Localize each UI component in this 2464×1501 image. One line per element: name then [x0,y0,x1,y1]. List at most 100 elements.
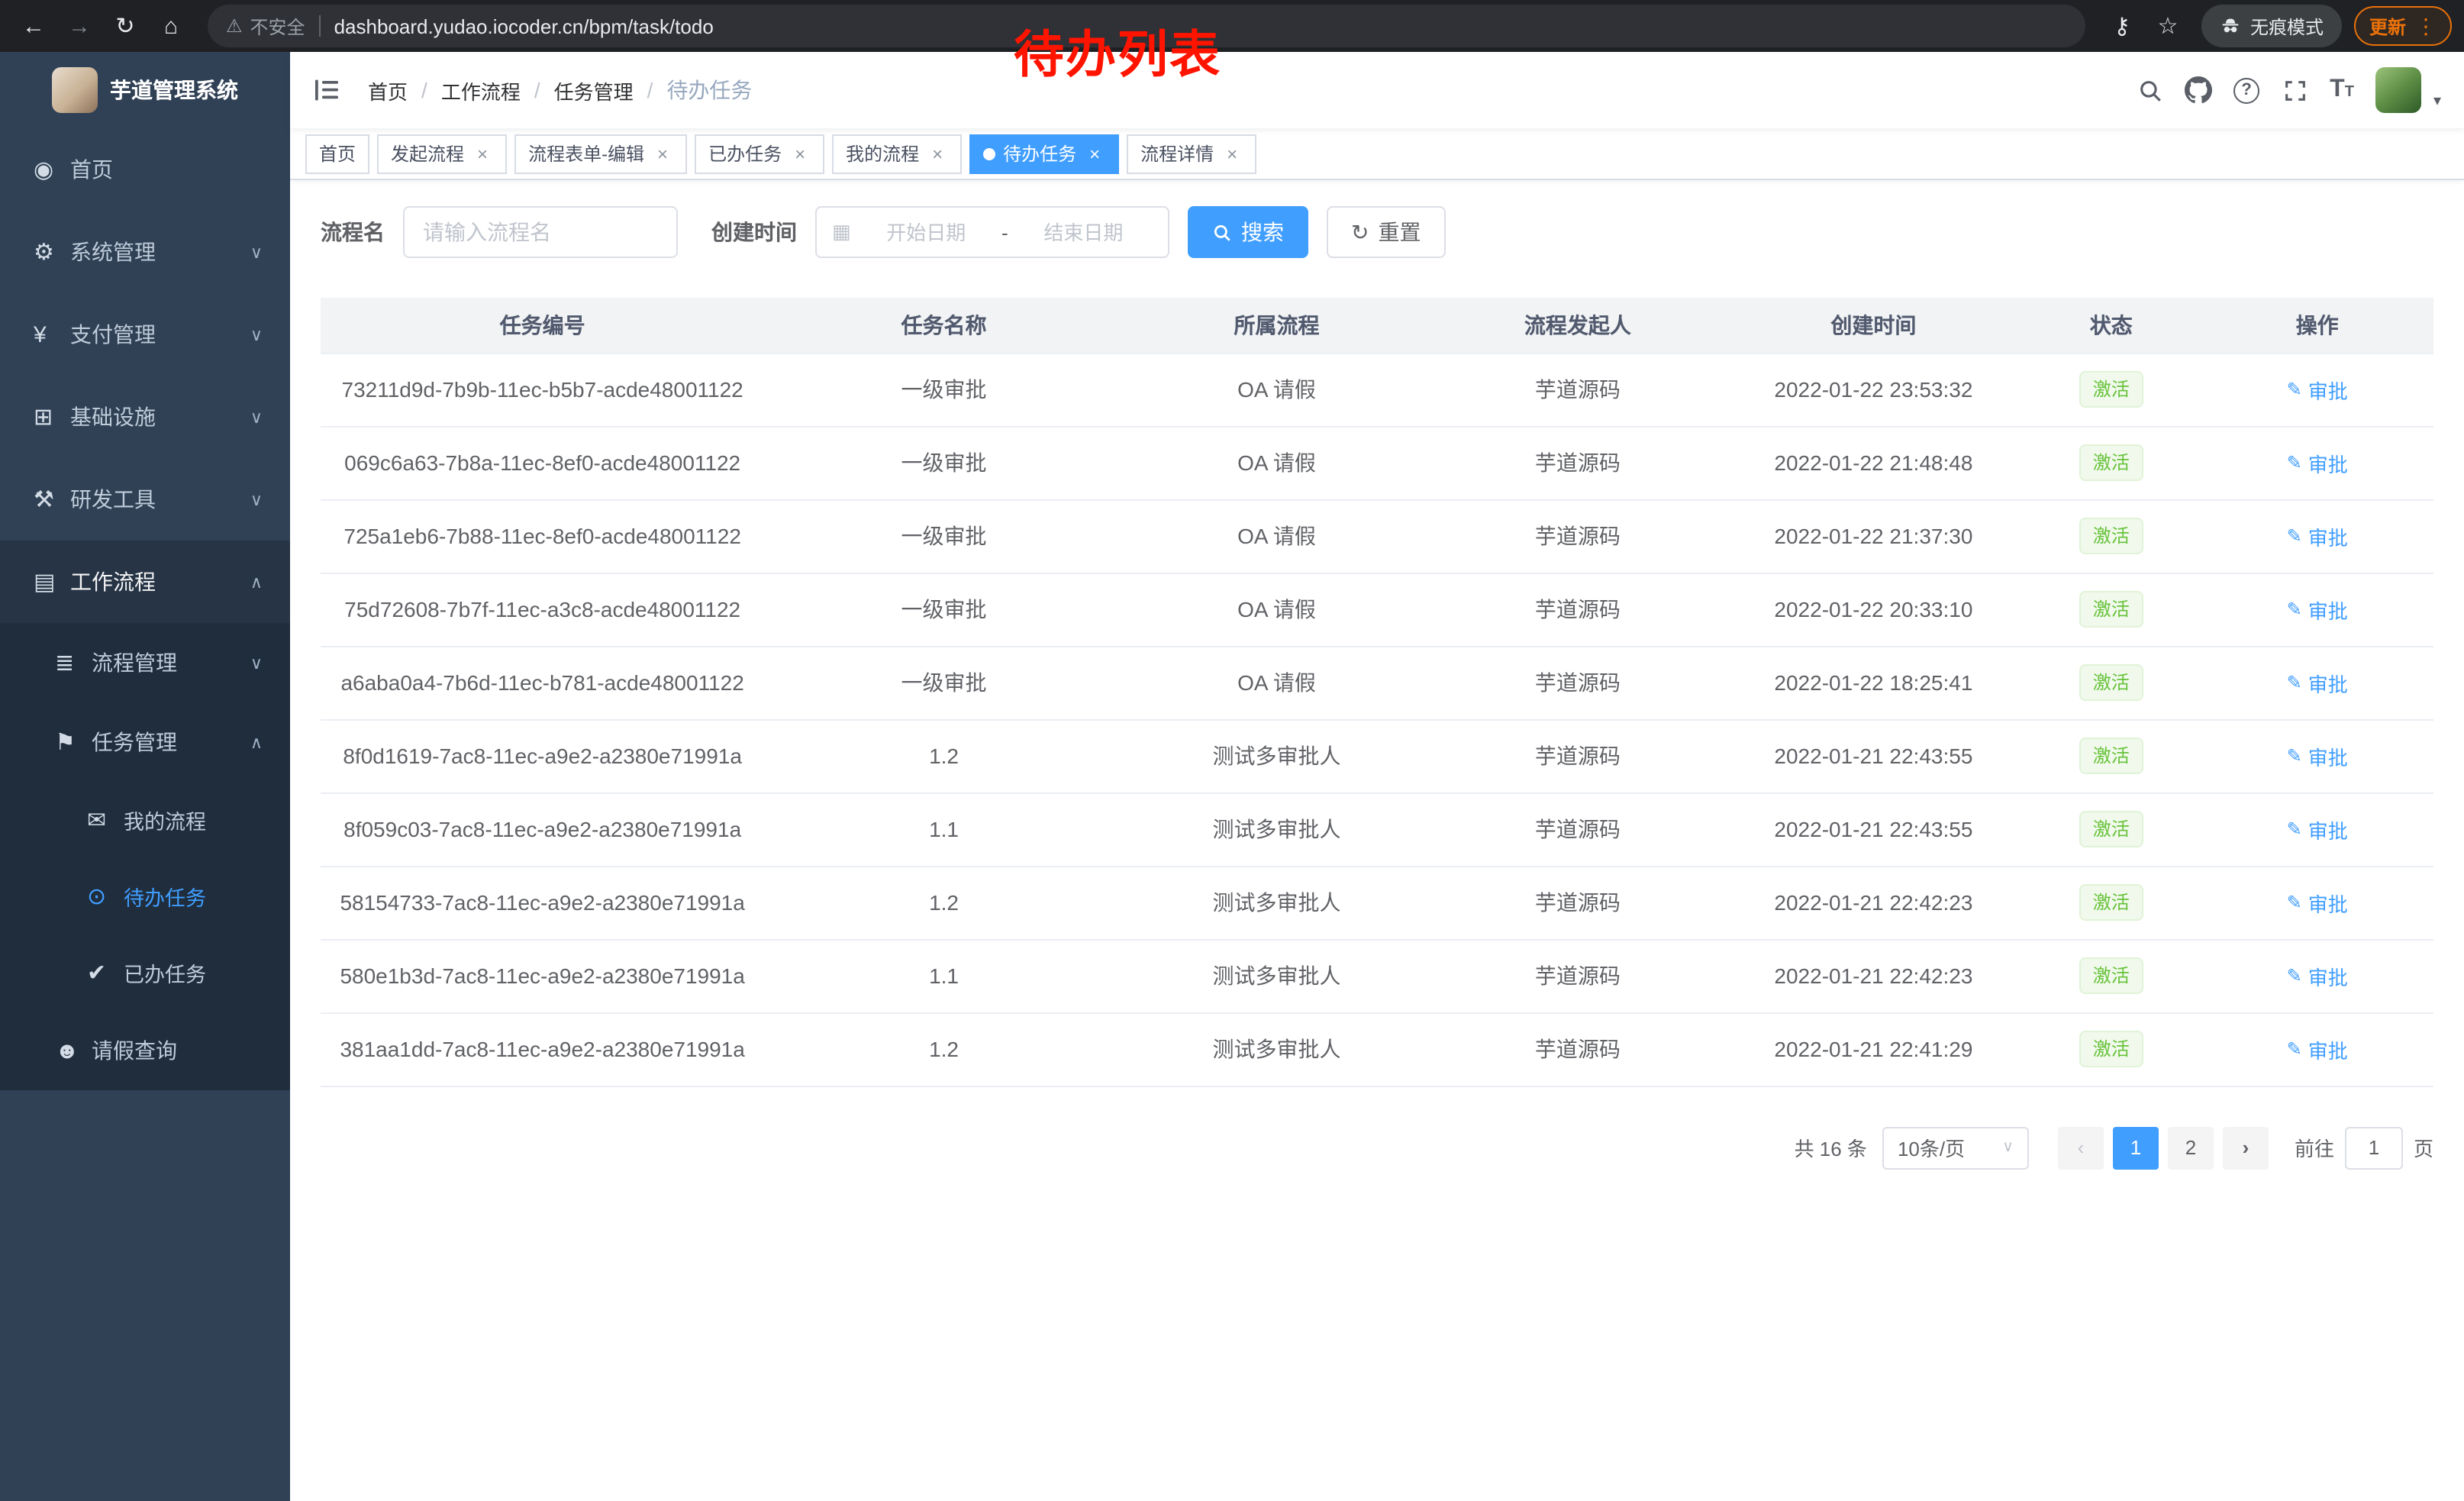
search-button[interactable]: 搜索 [1188,206,1308,258]
create-time-cell: 2022-01-22 23:53:32 [1726,353,2022,426]
close-icon[interactable]: × [1084,143,1105,164]
action-cell: ✎审批 [2201,573,2433,646]
browser-reload-button[interactable]: ↻ [104,5,147,47]
sidebar-item-home[interactable]: ◉ 首页 [0,128,290,211]
close-icon[interactable]: × [789,143,811,164]
sidebar-item-label: 已办任务 [124,957,263,988]
approve-link[interactable]: ✎审批 [2287,1035,2348,1064]
fullscreen-icon[interactable] [2281,76,2308,104]
monitor-icon: ⊞ [34,403,70,431]
tab-process-detail[interactable]: 流程详情 × [1127,134,1256,173]
task-id-cell: 58154733-7ac8-11ec-a9e2-a2380e71991a [321,866,764,939]
status-cell: 激活 [2021,499,2201,573]
sidebar-item-done-tasks[interactable]: ✔ 已办任务 [0,934,290,1011]
font-size-icon[interactable]: TT [2330,78,2354,102]
browser-toolbar: ← → ↻ ⌂ ⚠ 不安全 dashboard.yudao.iocoder.cn… [0,0,2464,52]
approve-link[interactable]: ✎审批 [2287,668,2348,697]
sidebar-item-todo-tasks[interactable]: ⊙ 待办任务 [0,858,290,934]
process-name-input[interactable] [403,206,678,258]
approve-link[interactable]: ✎审批 [2287,595,2348,624]
close-icon[interactable]: × [927,143,948,164]
tab-start-process[interactable]: 发起流程 × [377,134,507,173]
col-task-id: 任务编号 [321,298,764,353]
tab-home[interactable]: 首页 [305,134,369,173]
col-task-name: 任务名称 [764,298,1124,353]
approve-link[interactable]: ✎审批 [2287,448,2348,477]
initiator-cell: 芋道源码 [1430,353,1726,426]
chevron-down-icon: ∨ [250,242,263,262]
table-row: 58154733-7ac8-11ec-a9e2-a2380e71991a 1.2… [321,866,2433,939]
breadcrumb-workflow[interactable]: 工作流程 [441,76,521,105]
tab-done-tasks[interactable]: 已办任务 × [695,134,824,173]
sidebar-item-leave-query[interactable]: ☻ 请假查询 [0,1011,290,1090]
start-date-input[interactable] [857,221,995,244]
sidebar-item-workflow[interactable]: ▤ 工作流程 ∧ [0,541,290,623]
col-status: 状态 [2021,298,2201,353]
workflow-icon: ▤ [34,568,70,596]
process-name-label: 流程名 [321,217,385,247]
edit-icon: ✎ [2287,892,2302,913]
approve-link[interactable]: ✎审批 [2287,521,2348,550]
process-cell: 测试多审批人 [1124,866,1430,939]
action-cell: ✎审批 [2201,939,2433,1012]
next-page-button[interactable]: › [2223,1126,2269,1169]
table-row: 069c6a63-7b8a-11ec-8ef0-acde48001122 一级审… [321,426,2433,499]
approve-link[interactable]: ✎审批 [2287,961,2348,990]
goto-page-input[interactable] [2345,1126,2403,1169]
incognito-label: 无痕模式 [2250,13,2324,39]
browser-back-button[interactable]: ← [12,5,55,47]
chevron-down-icon: ∨ [250,489,263,509]
github-icon[interactable] [2185,76,2212,104]
search-icon[interactable] [2136,76,2163,104]
avatar-dropdown-icon[interactable]: ▾ [2433,93,2441,113]
tab-form-editor[interactable]: 流程表单-编辑 × [514,134,687,173]
browser-home-button[interactable]: ⌂ [150,5,192,47]
page-1-button[interactable]: 1 [2113,1126,2159,1169]
close-icon[interactable]: × [1221,143,1243,164]
breadcrumb-task-mgmt[interactable]: 任务管理 [554,76,634,105]
tab-todo-tasks[interactable]: 待办任务 × [969,134,1119,173]
browser-menu-icon[interactable]: ⋮ [2415,13,2437,39]
sidebar-item-system[interactable]: ⚙ 系统管理 ∨ [0,211,290,293]
page-2-button[interactable]: 2 [2168,1126,2214,1169]
close-icon[interactable]: × [472,143,493,164]
sidebar-item-task-mgmt[interactable]: ⚑ 任务管理 ∧ [0,702,290,782]
sidebar-item-devtools[interactable]: ⚒ 研发工具 ∨ [0,458,290,541]
prev-page-button[interactable]: ‹ [2058,1126,2104,1169]
reset-button[interactable]: ↻ 重置 [1327,206,1445,258]
sidebar-item-my-process[interactable]: ✉ 我的流程 [0,782,290,858]
approve-link[interactable]: ✎审批 [2287,375,2348,404]
browser-forward-button[interactable]: → [58,5,101,47]
process-cell: 测试多审批人 [1124,1012,1430,1086]
page-content: 流程名 创建时间 ▦ - 搜索 ↻ 重置 [290,180,2464,1501]
process-cell: OA 请假 [1124,499,1430,573]
breadcrumb-home[interactable]: 首页 [368,76,408,105]
approve-link[interactable]: ✎审批 [2287,888,2348,917]
sidebar-item-payment[interactable]: ¥ 支付管理 ∨ [0,293,290,376]
sidebar-item-infrastructure[interactable]: ⊞ 基础设施 ∨ [0,376,290,458]
sidebar-item-process-mgmt[interactable]: ≣ 流程管理 ∨ [0,623,290,702]
close-icon[interactable]: × [652,143,673,164]
date-range-picker[interactable]: ▦ - [815,206,1169,258]
url-bar[interactable]: ⚠ 不安全 dashboard.yudao.iocoder.cn/bpm/tas… [208,5,2085,47]
sidebar-item-label: 支付管理 [70,319,250,350]
edit-icon: ✎ [2287,1038,2302,1060]
user-avatar[interactable] [2375,67,2421,113]
refresh-icon: ↻ [1351,219,1369,245]
create-time-cell: 2022-01-21 22:43:55 [1726,792,2022,866]
sidebar-toggle[interactable] [313,75,343,105]
page-size-select[interactable]: 10条/页 ∨ [1882,1126,2029,1169]
app-logo[interactable]: 芋道管理系统 [0,52,290,128]
table-row: 580e1b3d-7ac8-11ec-a9e2-a2380e71991a 1.1… [321,939,2433,1012]
approve-link[interactable]: ✎审批 [2287,741,2348,770]
tab-my-process[interactable]: 我的流程 × [832,134,962,173]
screen: ← → ↻ ⌂ ⚠ 不安全 dashboard.yudao.iocoder.cn… [0,0,2464,1501]
approve-link[interactable]: ✎审批 [2287,815,2348,844]
reset-button-label: 重置 [1378,217,1421,247]
status-badge: 激活 [2079,371,2143,408]
bookmark-star-icon[interactable]: ☆ [2146,5,2189,47]
help-icon[interactable]: ? [2233,77,2259,103]
end-date-input[interactable] [1014,221,1153,244]
key-icon[interactable]: ⚷ [2101,5,2143,47]
update-button[interactable]: 更新 ⋮ [2354,6,2452,46]
